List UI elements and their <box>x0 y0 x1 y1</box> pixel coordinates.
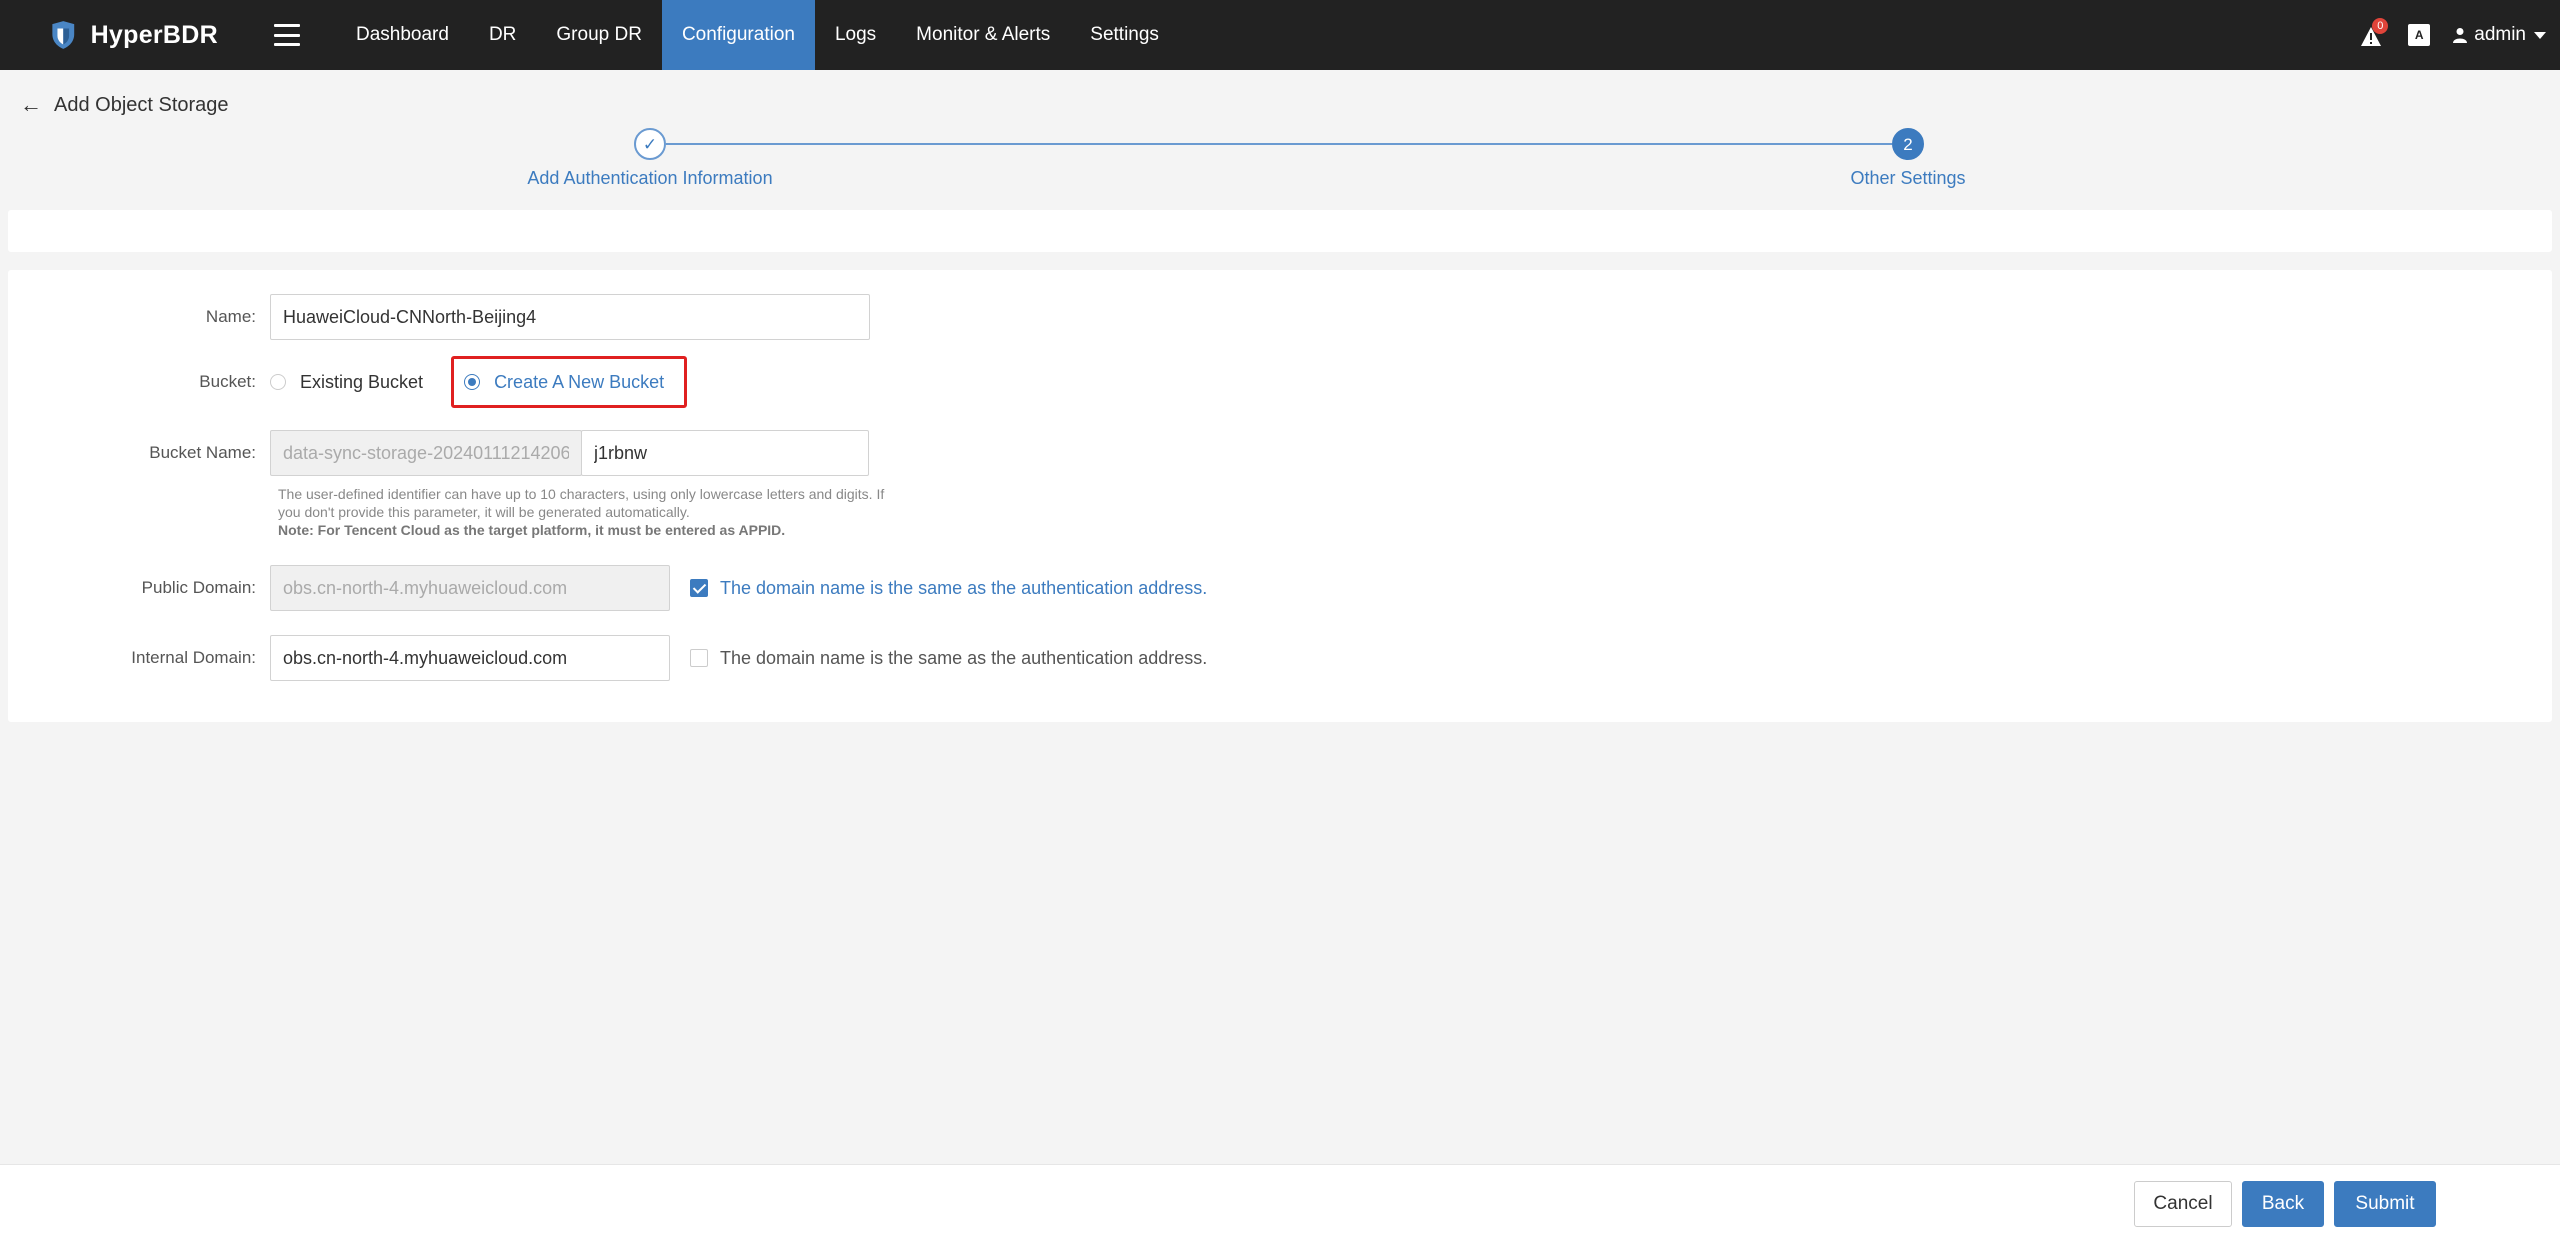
existing-bucket-label: Existing Bucket <box>300 371 424 392</box>
internal-domain-same-label[interactable]: The domain name is the same as the authe… <box>720 648 1207 669</box>
name-row: Name: <box>8 294 870 340</box>
back-button[interactable]: Back <box>2242 1181 2324 1227</box>
user-menu[interactable]: admin <box>2452 24 2546 46</box>
public-domain-same-checkbox[interactable] <box>690 579 708 597</box>
app-name: HyperBDR <box>90 20 218 49</box>
back-arrow-icon[interactable]: ← <box>20 92 42 118</box>
main-nav: Dashboard DR Group DR Configuration Logs… <box>336 0 1179 70</box>
step-2-marker: 2 <box>1892 128 1924 160</box>
step-1-check-icon: ✓ <box>634 128 666 160</box>
existing-bucket-radio[interactable] <box>270 374 286 390</box>
app-logo[interactable]: HyperBDR <box>48 14 218 56</box>
internal-domain-row: Internal Domain: The domain name is the … <box>8 635 1207 681</box>
nav-monitor-alerts[interactable]: Monitor & Alerts <box>896 0 1070 70</box>
language-icon[interactable]: A <box>2408 24 2431 46</box>
username: admin <box>2474 24 2526 45</box>
menu-toggle-icon[interactable] <box>274 24 300 46</box>
nav-dashboard[interactable]: Dashboard <box>336 0 469 70</box>
info-card <box>8 210 2552 252</box>
name-input[interactable] <box>270 294 870 340</box>
footer-bar: Cancel Back Submit <box>0 1164 2560 1240</box>
nav-configuration[interactable]: Configuration <box>661 0 815 70</box>
bucket-name-help-note: Note: For Tencent Cloud as the target pl… <box>278 522 786 538</box>
user-icon <box>2453 28 2468 43</box>
create-new-bucket-radio[interactable] <box>464 374 481 390</box>
bucket-name-help-text: The user-defined identifier can have up … <box>278 486 885 520</box>
public-domain-same-label[interactable]: The domain name is the same as the authe… <box>720 578 1207 599</box>
bucket-name-row: Bucket Name: <box>8 430 869 476</box>
shield-logo-icon <box>52 21 75 49</box>
cancel-button[interactable]: Cancel <box>2134 1181 2232 1227</box>
nav-logs[interactable]: Logs <box>815 0 896 70</box>
chevron-down-icon <box>2534 31 2546 39</box>
existing-bucket-option[interactable]: Existing Bucket <box>270 372 423 393</box>
internal-domain-label: Internal Domain: <box>131 648 256 667</box>
alert-button[interactable]: 0 <box>2360 18 2389 48</box>
create-new-bucket-label: Create A New Bucket <box>494 371 665 392</box>
nav-dr[interactable]: DR <box>469 0 536 70</box>
bucket-label: Bucket: <box>199 372 256 391</box>
create-new-bucket-option[interactable]: Create A New Bucket <box>451 356 688 408</box>
internal-domain-same-checkbox[interactable] <box>690 649 708 667</box>
bucket-row: Bucket: Existing Bucket Create A New Buc… <box>8 356 688 408</box>
bucket-name-prefix <box>270 430 582 476</box>
form-card: Name: Bucket: Existing Bucket Create A N… <box>8 270 2552 722</box>
nav-settings[interactable]: Settings <box>1070 0 1179 70</box>
public-domain-label: Public Domain: <box>141 578 256 597</box>
submit-button[interactable]: Submit <box>2334 1181 2436 1227</box>
name-label: Name: <box>205 307 256 326</box>
step-indicator: ✓ 2 Add Authentication Information Other… <box>0 128 2560 198</box>
page-title: Add Object Storage <box>54 93 229 116</box>
alert-count-badge: 0 <box>2372 18 2389 34</box>
public-domain-input <box>270 565 670 611</box>
internal-domain-input[interactable] <box>270 635 670 681</box>
top-navbar: HyperBDR Dashboard DR Group DR Configura… <box>0 0 2560 70</box>
page-header: ← Add Object Storage <box>20 92 229 118</box>
step-1-label: Add Authentication Information <box>527 168 773 188</box>
step-progress-line <box>666 143 1892 145</box>
nav-group-dr[interactable]: Group DR <box>536 0 662 70</box>
public-domain-row: Public Domain: The domain name is the sa… <box>8 565 1207 611</box>
bucket-name-label: Bucket Name: <box>149 443 256 462</box>
step-2-label: Other Settings <box>1850 168 1966 188</box>
bucket-name-help: The user-defined identifier can have up … <box>278 485 898 539</box>
bucket-name-input[interactable] <box>581 430 869 476</box>
